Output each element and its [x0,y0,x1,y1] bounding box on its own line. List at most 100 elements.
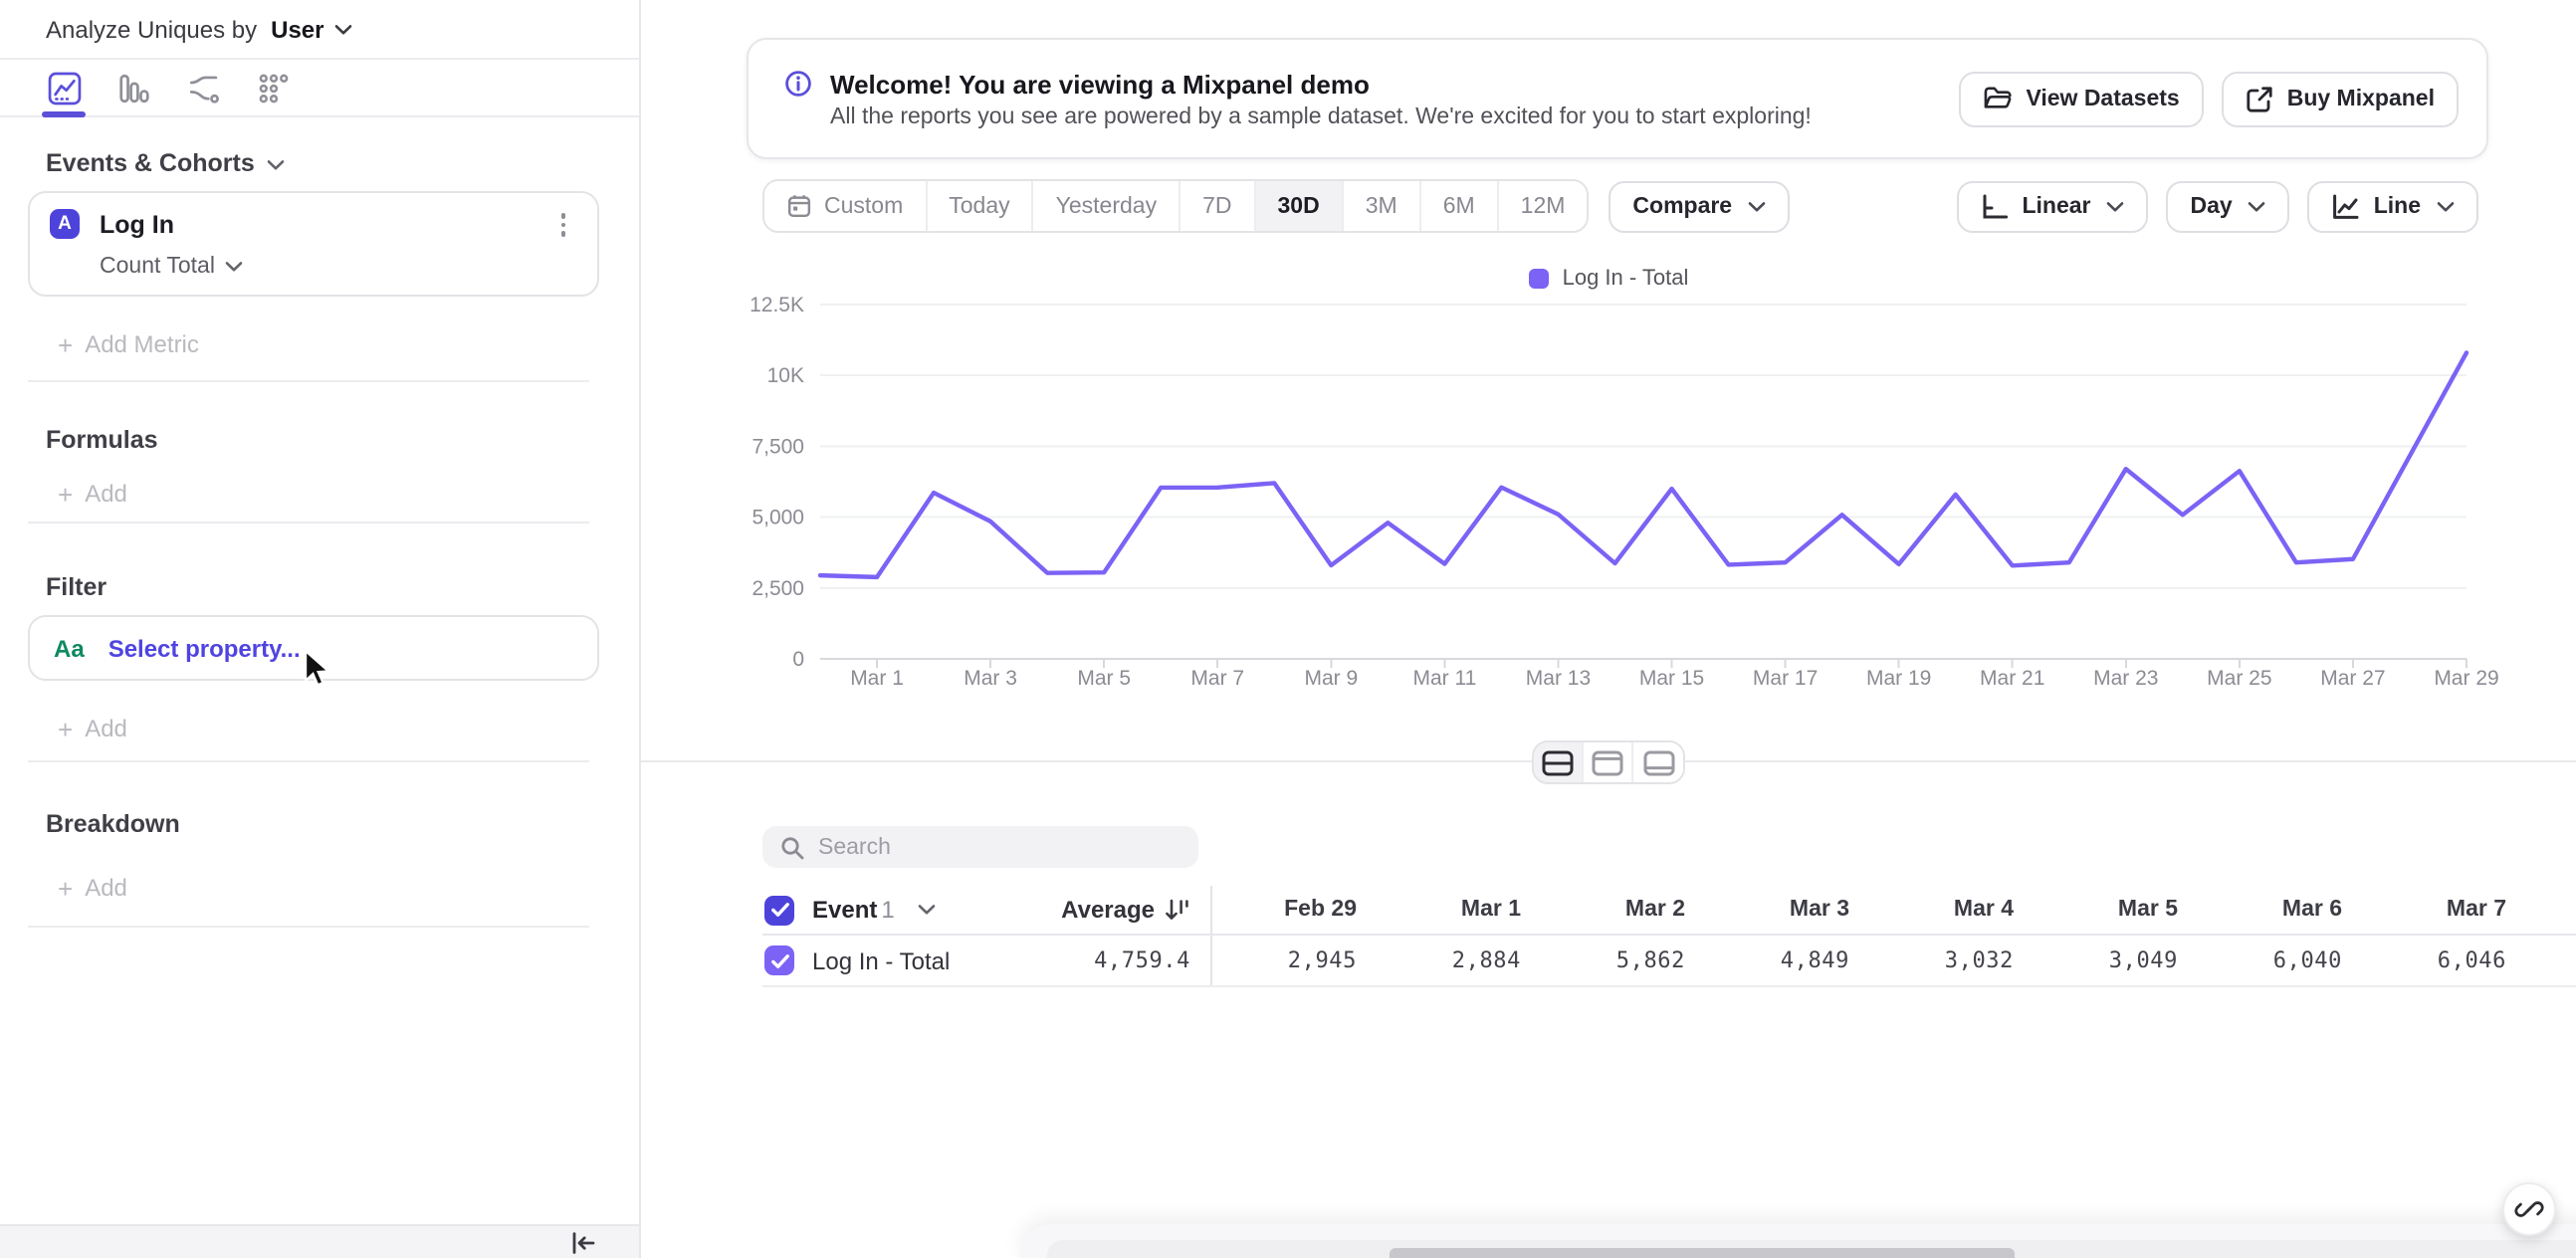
select-property-link[interactable]: Select property... [108,634,301,662]
layout-split-view-button[interactable] [1534,742,1584,782]
metric-series-badge: A [50,209,80,240]
events-cohorts-label: Events & Cohorts [46,149,255,177]
banner-subtitle: All the reports you see are powered by a… [830,105,1812,128]
table-value-cell: 3,032 [1944,947,2014,973]
analyze-entity-dropdown[interactable]: User [271,15,351,43]
chevron-down-icon [919,905,937,915]
bar-chart-icon [118,73,148,103]
banner-text: Welcome! You are viewing a Mixpanel demo… [784,69,1812,128]
average-column-header[interactable]: Average [1021,886,1210,934]
scrollbar-thumb[interactable] [1390,1248,2015,1258]
table-date-header[interactable]: Mar 6 [2186,886,2350,934]
tab-flows[interactable] [185,59,221,116]
view-datasets-button[interactable]: View Datasets [1958,71,2204,126]
svg-text:Mar 7: Mar 7 [1190,667,1244,690]
banner-title: Welcome! You are viewing a Mixpanel demo [830,69,1370,99]
kebab-menu-icon[interactable] [552,209,573,240]
table-date-header[interactable]: Mar 2 [1529,886,1693,934]
range-button-7d[interactable]: 7D [1181,181,1256,231]
svg-text:Mar 3: Mar 3 [964,667,1017,690]
series-checkbox[interactable] [764,945,794,975]
collapse-left-icon [572,1231,595,1253]
table-date-header[interactable]: Mar 5 [2022,886,2186,934]
legend-swatch [1528,269,1549,289]
range-button-custom[interactable]: Custom [764,181,928,231]
split-view-icon [1542,749,1574,775]
chart-legend[interactable]: Log In - Total [641,267,2576,291]
analyze-header: Analyze Uniques by User [0,0,639,60]
event-column-header[interactable]: Event 1 [812,896,895,924]
chevron-down-icon [1748,201,1766,211]
range-button-30d[interactable]: 30D [1255,181,1344,231]
range-button-6m[interactable]: 6M [1420,181,1499,231]
check-icon [770,953,788,967]
search-input[interactable]: Search [762,826,1198,868]
filter-property-selector[interactable]: Aa Select property... [28,615,599,681]
svg-text:Mar 29: Mar 29 [2434,667,2498,690]
events-cohorts-heading[interactable]: Events & Cohorts [0,149,639,179]
table-date-header[interactable]: Feb 29 [1212,886,1365,934]
collapse-sidebar-button[interactable] [571,1231,595,1253]
add-metric-button[interactable]: + Add Metric [0,331,639,358]
table-value-cell: 6,046 [2437,947,2506,973]
table-date-header[interactable]: Mar 7 [2350,886,2514,934]
section-divider [28,522,589,524]
add-formula-button[interactable]: + Add [0,480,639,510]
table-date-header[interactable]: Mar 4 [1857,886,2022,934]
demo-welcome-banner: Welcome! You are viewing a Mixpanel demo… [747,38,2488,159]
svg-text:Mar 5: Mar 5 [1077,667,1131,690]
range-button-yesterday[interactable]: Yesterday [1033,181,1181,231]
table-date-header[interactable]: Mar 3 [1693,886,1857,934]
svg-text:Mar 25: Mar 25 [2207,667,2271,690]
tab-insights-line-chart[interactable] [42,59,86,116]
add-breakdown-button[interactable]: + Add [0,875,639,902]
range-button-today[interactable]: Today [927,181,1034,231]
table-date-header[interactable]: Mar 1 [1365,886,1529,934]
table-value-cell: 6,040 [2272,947,2342,973]
filter-heading: Filter [46,573,107,601]
range-button-12m[interactable]: 12M [1498,181,1588,231]
table-data-row: Log In - Total 4,759.4 2,945 2,884 5,862 4,… [762,936,2576,987]
tab-bar-chart[interactable] [115,59,151,116]
compare-dropdown[interactable]: Compare [1609,180,1791,232]
interval-dropdown[interactable]: Day [2166,180,2290,232]
plus-icon: + [58,480,74,510]
string-property-type-badge: Aa [54,634,85,662]
layout-chart-view-button[interactable] [1633,742,1683,782]
scale-dropdown[interactable]: Linear [1956,180,2149,232]
mixpanel-insights-app: Analyze Uniques by User Events & Cohorts… [0,0,2576,1258]
range-button-3m[interactable]: 3M [1343,181,1421,231]
svg-text:5,000: 5,000 [751,507,804,529]
svg-text:Mar 15: Mar 15 [1639,667,1704,690]
aggregation-dropdown[interactable]: Count Total [100,254,573,278]
insights-line-chart-icon [47,71,81,105]
layout-table-view-button[interactable] [1584,742,1633,782]
buy-mixpanel-button[interactable]: Buy Mixpanel [2221,71,2459,126]
chevron-down-icon [225,261,243,271]
svg-text:Mar 23: Mar 23 [2093,667,2158,690]
scrollbar-track[interactable] [1047,1240,2576,1258]
metric-card[interactable]: A Log In Count Total [28,191,599,297]
table-date-headers: Feb 29 Mar 1 Mar 2 Mar 3 Mar 4 Mar 5 Mar 6 Mar … [1210,886,2514,934]
legend-label: Log In - Total [1562,267,1689,291]
svg-text:Mar 11: Mar 11 [1412,667,1476,690]
chart-type-dropdown[interactable]: Line [2307,180,2478,232]
query-sections: Events & Cohorts A Log In Count Total + … [0,149,639,928]
svg-text:10K: 10K [767,364,804,387]
svg-text:Mar 9: Mar 9 [1304,667,1358,690]
select-all-checkbox[interactable] [764,895,794,925]
check-icon [770,903,788,917]
copy-link-button[interactable] [2502,1182,2556,1236]
add-filter-button[interactable]: + Add [0,716,639,742]
chevron-down-icon [2249,201,2266,211]
analyze-entity-value: User [271,15,324,43]
svg-text:Mar 13: Mar 13 [1526,667,1591,690]
svg-text:Mar 1: Mar 1 [850,667,904,690]
section-divider [28,926,589,928]
metric-event-name[interactable]: Log In [100,211,174,239]
tab-retention[interactable] [255,59,291,116]
section-divider [28,380,589,382]
chevron-down-icon [2107,201,2124,211]
analyze-uniques-label: Analyze Uniques by [46,15,258,43]
linear-axis-icon [1982,193,2008,218]
